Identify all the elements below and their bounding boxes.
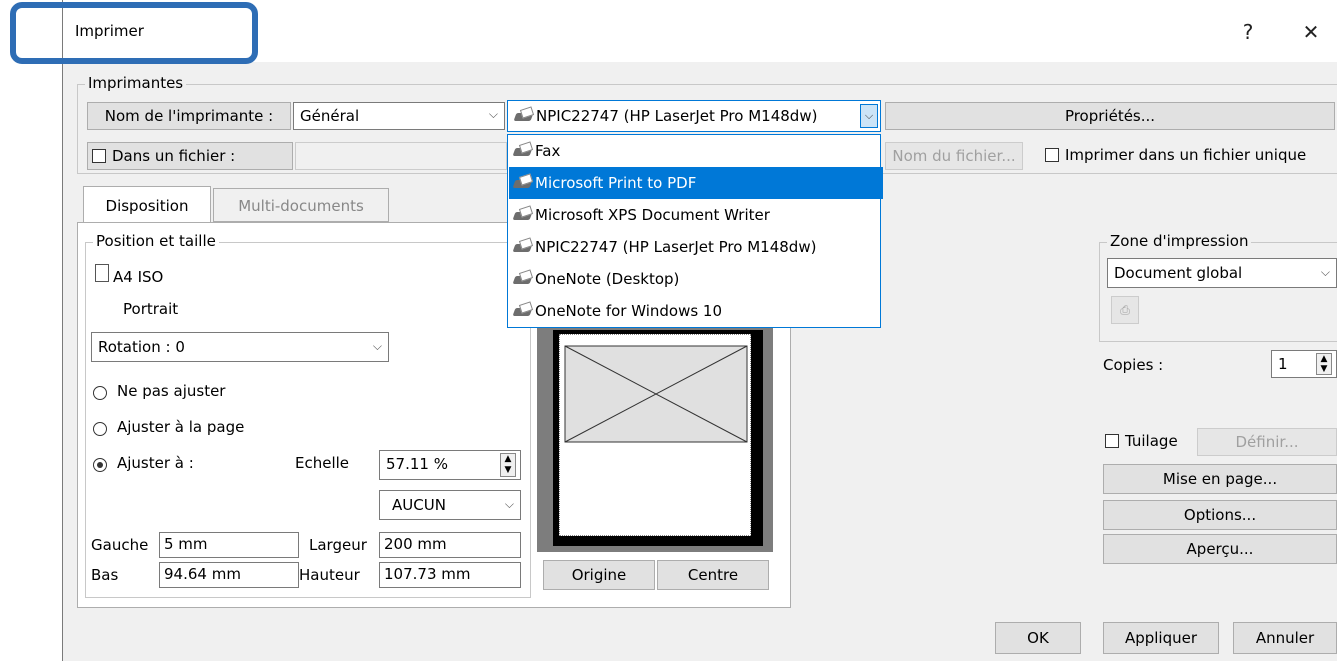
preview-button[interactable]: Aperçu... <box>1103 534 1337 564</box>
file-name-button[interactable]: Nom du fichier... <box>885 142 1023 170</box>
print-dialog: Imprimer ? ✕ Imprimantes Nom de l'imprim… <box>62 0 1337 661</box>
chevron-down-icon: ⌵ <box>372 339 382 353</box>
preview-page <box>559 334 751 536</box>
dropdown-item-fax[interactable]: Fax <box>509 135 883 167</box>
spin-arrows-icon[interactable]: ▲ ▼ <box>1316 353 1332 375</box>
no-fit-label: Ne pas ajuster <box>117 382 226 400</box>
printer-icon <box>513 207 533 221</box>
tab-multi-documents[interactable]: Multi-documents <box>213 188 389 222</box>
dropdown-item-onenote-desktop[interactable]: OneNote (Desktop) <box>509 263 883 295</box>
printer-icon <box>513 271 533 285</box>
dropdown-item-print-to-pdf[interactable]: Microsoft Print to PDF <box>509 167 883 199</box>
scale-label: Echelle <box>295 454 350 472</box>
spin-arrows-icon[interactable]: ▲ ▼ <box>500 453 516 477</box>
printer-dropdown-list: Fax Microsoft Print to PDF Microsoft XPS… <box>507 134 883 328</box>
image-placeholder-icon <box>564 345 748 443</box>
rotation-value: Rotation : 0 <box>98 338 185 356</box>
tiling-checkbox[interactable] <box>1105 434 1119 448</box>
printer-icon <box>513 239 533 253</box>
ok-button[interactable]: OK <box>995 622 1081 654</box>
chevron-down-icon: ⌵ <box>488 107 498 121</box>
cancel-button[interactable]: Annuler <box>1233 622 1337 654</box>
printer-select-value: NPIC22747 (HP LaserJet Pro M148dw) <box>536 107 818 125</box>
chevron-down-icon: ⌵ <box>1320 265 1330 279</box>
printer-icon <box>513 175 533 189</box>
no-fit-radio[interactable] <box>93 386 107 400</box>
to-file-checkbox[interactable] <box>92 149 106 163</box>
fit-page-radio[interactable] <box>93 422 107 436</box>
copies-stepper[interactable]: 1 ▲ ▼ <box>1271 350 1337 378</box>
dropdown-item-xps-writer[interactable]: Microsoft XPS Document Writer <box>509 199 883 231</box>
printer-icon <box>514 108 534 122</box>
properties-button[interactable]: Propriétés... <box>885 102 1335 130</box>
print-zone-select[interactable]: Document global ⌵ <box>1107 258 1337 288</box>
printer-category-select[interactable]: Général ⌵ <box>293 102 505 130</box>
scale-unit-value: AUCUN <box>392 496 446 514</box>
scale-stepper[interactable]: 57.11 % ▲ ▼ <box>379 450 521 480</box>
fit-page-label: Ajuster à la page <box>117 418 245 436</box>
paper-size: A4 ISO <box>113 268 164 286</box>
origin-button[interactable]: Origine <box>543 560 655 590</box>
tiling-label: Tuilage <box>1125 432 1178 450</box>
printer-category-value: Général <box>300 107 360 125</box>
single-file-checkbox[interactable] <box>1045 148 1059 162</box>
printer-dropdown-arrow[interactable]: ⌵ <box>860 104 878 128</box>
scale-value: 57.11 % <box>386 455 448 473</box>
to-file-label: Dans un fichier : <box>112 147 236 165</box>
copies-value: 1 <box>1278 355 1288 373</box>
file-path-field[interactable] <box>295 142 507 170</box>
bottom-field[interactable]: 94.64 mm <box>159 562 299 588</box>
chevron-down-icon: ⌵ <box>504 497 514 511</box>
options-button[interactable]: Options... <box>1103 500 1337 530</box>
page-icon <box>95 264 109 282</box>
fit-to-label: Ajuster à : <box>117 454 194 472</box>
copies-label: Copies : <box>1103 356 1164 374</box>
tab-disposition[interactable]: Disposition <box>83 186 211 224</box>
apply-button[interactable]: Appliquer <box>1103 622 1219 654</box>
print-zone-value: Document global <box>1114 264 1243 282</box>
bottom-label: Bas <box>91 566 119 584</box>
position-group-label: Position et taille <box>93 232 219 250</box>
title-highlight-frame <box>10 2 258 64</box>
rotation-select[interactable]: Rotation : 0 ⌵ <box>91 332 389 362</box>
fit-to-radio[interactable] <box>93 458 107 472</box>
define-button[interactable]: Définir... <box>1197 428 1337 456</box>
width-label: Largeur <box>309 536 367 554</box>
width-field[interactable]: 200 mm <box>379 532 521 558</box>
to-file-checkbox-row[interactable]: Dans un fichier : <box>87 142 293 170</box>
print-zone-group <box>1099 242 1337 342</box>
dropdown-item-onenote-win10[interactable]: OneNote for Windows 10 <box>509 295 883 327</box>
left-label: Gauche <box>91 536 149 554</box>
printer-name-button[interactable]: Nom de l'imprimante : <box>87 102 291 130</box>
help-button[interactable]: ? <box>1228 14 1268 50</box>
printers-group-label: Imprimantes <box>85 74 187 92</box>
close-icon[interactable]: ✕ <box>1291 14 1331 50</box>
zone-select-icon[interactable]: ⎙ <box>1111 296 1139 324</box>
page-setup-button[interactable]: Mise en page... <box>1103 464 1337 494</box>
orientation-label: Portrait <box>123 300 179 318</box>
dropdown-item-hp-laserjet[interactable]: NPIC22747 (HP LaserJet Pro M148dw) <box>509 231 883 263</box>
printer-select[interactable]: NPIC22747 (HP LaserJet Pro M148dw) <box>507 100 881 132</box>
printer-icon <box>513 303 533 317</box>
center-button[interactable]: Centre <box>657 560 769 590</box>
scale-unit-select[interactable]: AUCUN ⌵ <box>379 490 521 520</box>
height-field[interactable]: 107.73 mm <box>379 562 521 588</box>
left-field[interactable]: 5 mm <box>159 532 299 558</box>
single-file-label: Imprimer dans un fichier unique <box>1065 146 1307 164</box>
print-zone-label: Zone d'impression <box>1107 232 1252 250</box>
printer-icon <box>513 143 533 157</box>
height-label: Hauteur <box>299 566 360 584</box>
